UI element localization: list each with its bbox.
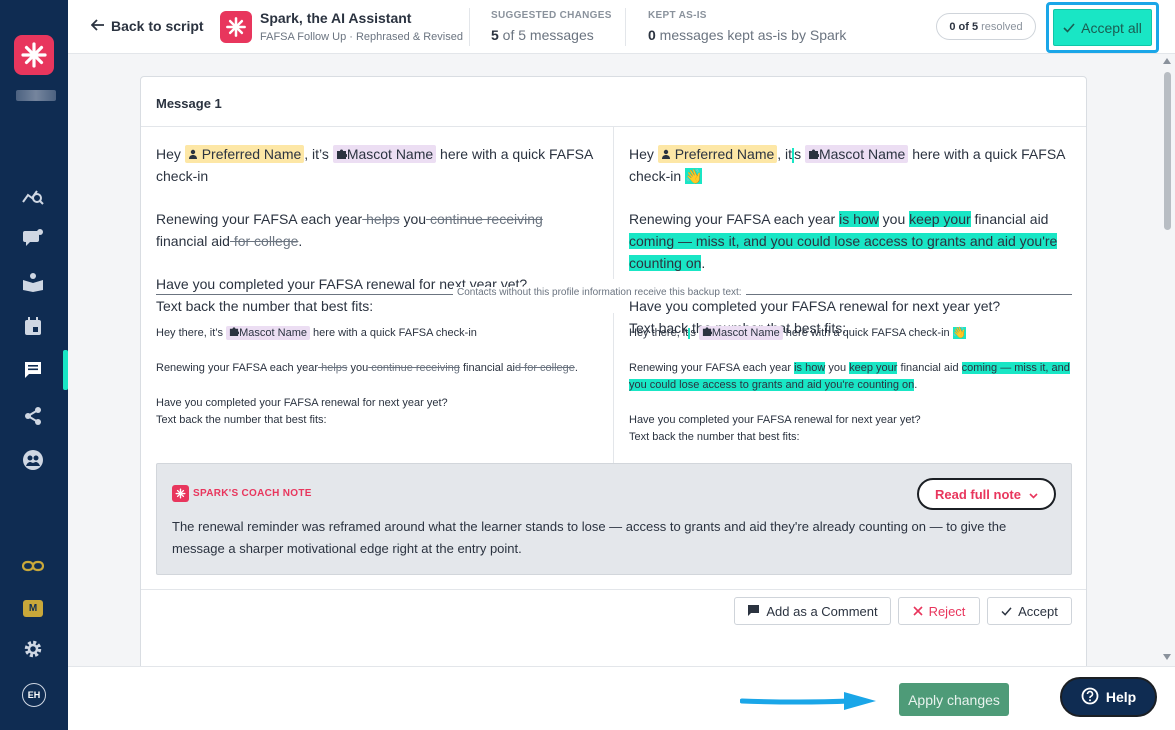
- chat-bubbles-icon[interactable]: [21, 226, 45, 250]
- suggested-value: 5 of 5 messages: [491, 27, 594, 43]
- spark-icon: [226, 17, 246, 37]
- page-subtitle: FAFSA Follow Up · Rephrased & Revised: [260, 31, 463, 43]
- page-title: Spark, the AI Assistant: [260, 10, 412, 26]
- people-icon[interactable]: [21, 448, 45, 472]
- card-footer-divider: [141, 589, 1086, 590]
- puzzle-icon: [336, 149, 348, 159]
- column-divider: [613, 127, 614, 279]
- calendar-icon[interactable]: [21, 314, 45, 338]
- message-card: Message 1 Hey Preferred Name, it’s Masco…: [140, 76, 1087, 666]
- scroll-up-icon[interactable]: [1163, 58, 1171, 64]
- comment-icon: [747, 604, 760, 619]
- arrow-left-icon: [90, 18, 105, 34]
- backup-original: Hey there, it’s Mascot Name here with a …: [156, 326, 578, 426]
- link-icon[interactable]: [21, 554, 45, 578]
- back-to-script-link[interactable]: Back to script: [90, 18, 204, 34]
- share-icon[interactable]: [21, 404, 45, 428]
- message-title: Message 1: [141, 77, 1086, 127]
- wave-emoji: 👋: [685, 168, 703, 184]
- preferred-name-tag: Preferred Name: [657, 145, 778, 163]
- add-comment-button[interactable]: Add as a Comment: [734, 597, 891, 625]
- coach-note-text: The renewal reminder was reframed around…: [172, 519, 1007, 556]
- suggested-label: SUGGESTED CHANGES: [491, 10, 612, 21]
- resolved-badge: 0 of 5 resolved: [936, 13, 1036, 40]
- gear-icon[interactable]: [21, 637, 45, 661]
- header-divider: [469, 8, 470, 46]
- spark-logo-icon: [21, 42, 47, 68]
- accept-all-label: Accept all: [1081, 19, 1142, 36]
- analytics-icon[interactable]: [21, 184, 45, 208]
- left-nav: M EH: [0, 0, 68, 730]
- puzzle-icon: [702, 327, 713, 336]
- original-message: Hey Preferred Name, it’s Mascot Name her…: [156, 145, 593, 314]
- accept-button[interactable]: Accept: [987, 597, 1072, 625]
- avatar[interactable]: EH: [22, 683, 46, 707]
- spark-logo: [220, 11, 252, 43]
- chevron-down-icon: [1029, 487, 1038, 502]
- wave-emoji: 👋: [952, 327, 967, 339]
- mascot-name-tag: Mascot Name: [226, 326, 310, 340]
- workspace-badge[interactable]: M: [23, 600, 43, 617]
- apply-changes-button[interactable]: Apply changes: [899, 683, 1009, 716]
- check-icon: [1063, 20, 1075, 36]
- kept-value: 0 messages kept as-is by Spark: [648, 27, 847, 43]
- reject-button[interactable]: Reject: [898, 597, 980, 625]
- book-icon[interactable]: [21, 270, 45, 294]
- help-icon: [1081, 687, 1099, 708]
- mascot-name-tag: Mascot Name: [332, 145, 437, 163]
- message-icon[interactable]: [21, 358, 45, 382]
- mascot-name-tag: Mascot Name: [698, 326, 783, 340]
- person-icon: [188, 149, 197, 159]
- scroll-down-icon[interactable]: [1163, 654, 1171, 660]
- coach-note: SPARK'S COACH NOTE Read full note The re…: [156, 463, 1072, 575]
- help-button[interactable]: Help: [1060, 677, 1157, 717]
- read-full-note-label: Read full note: [935, 486, 1021, 502]
- accept-all-highlight: Accept all: [1046, 2, 1159, 53]
- accept-all-button[interactable]: Accept all: [1053, 9, 1152, 46]
- check-icon: [1001, 604, 1012, 619]
- pointer-arrow-icon: [740, 692, 876, 710]
- backup-revised: Hey there, it s Mascot Name here with a q…: [629, 326, 1070, 443]
- preferred-name-tag: Preferred Name: [184, 145, 305, 163]
- blurred-account-name: [16, 90, 56, 101]
- back-label: Back to script: [111, 18, 204, 34]
- header: Back to script Spark, the AI Assistant F…: [68, 0, 1175, 54]
- column-divider: [613, 313, 614, 463]
- bottom-bar: Apply changes Help: [68, 666, 1175, 730]
- mascot-name-tag: Mascot Name: [804, 145, 909, 163]
- coach-note-title: SPARK'S COACH NOTE: [193, 488, 312, 499]
- header-divider: [625, 8, 626, 46]
- content-area: Message 1 Hey Preferred Name, it’s Masco…: [68, 54, 1175, 666]
- close-icon: [912, 604, 923, 619]
- read-full-note-button[interactable]: Read full note: [917, 478, 1056, 510]
- person-icon: [661, 149, 670, 159]
- puzzle-icon: [808, 149, 820, 159]
- kept-label: KEPT AS-IS: [648, 10, 707, 21]
- app-logo[interactable]: [14, 35, 54, 75]
- puzzle-icon: [230, 327, 240, 336]
- scrollbar[interactable]: [1160, 54, 1175, 666]
- scroll-thumb[interactable]: [1164, 72, 1171, 230]
- spark-icon: [172, 485, 189, 502]
- backup-label: Contacts without this profile informatio…: [453, 287, 746, 298]
